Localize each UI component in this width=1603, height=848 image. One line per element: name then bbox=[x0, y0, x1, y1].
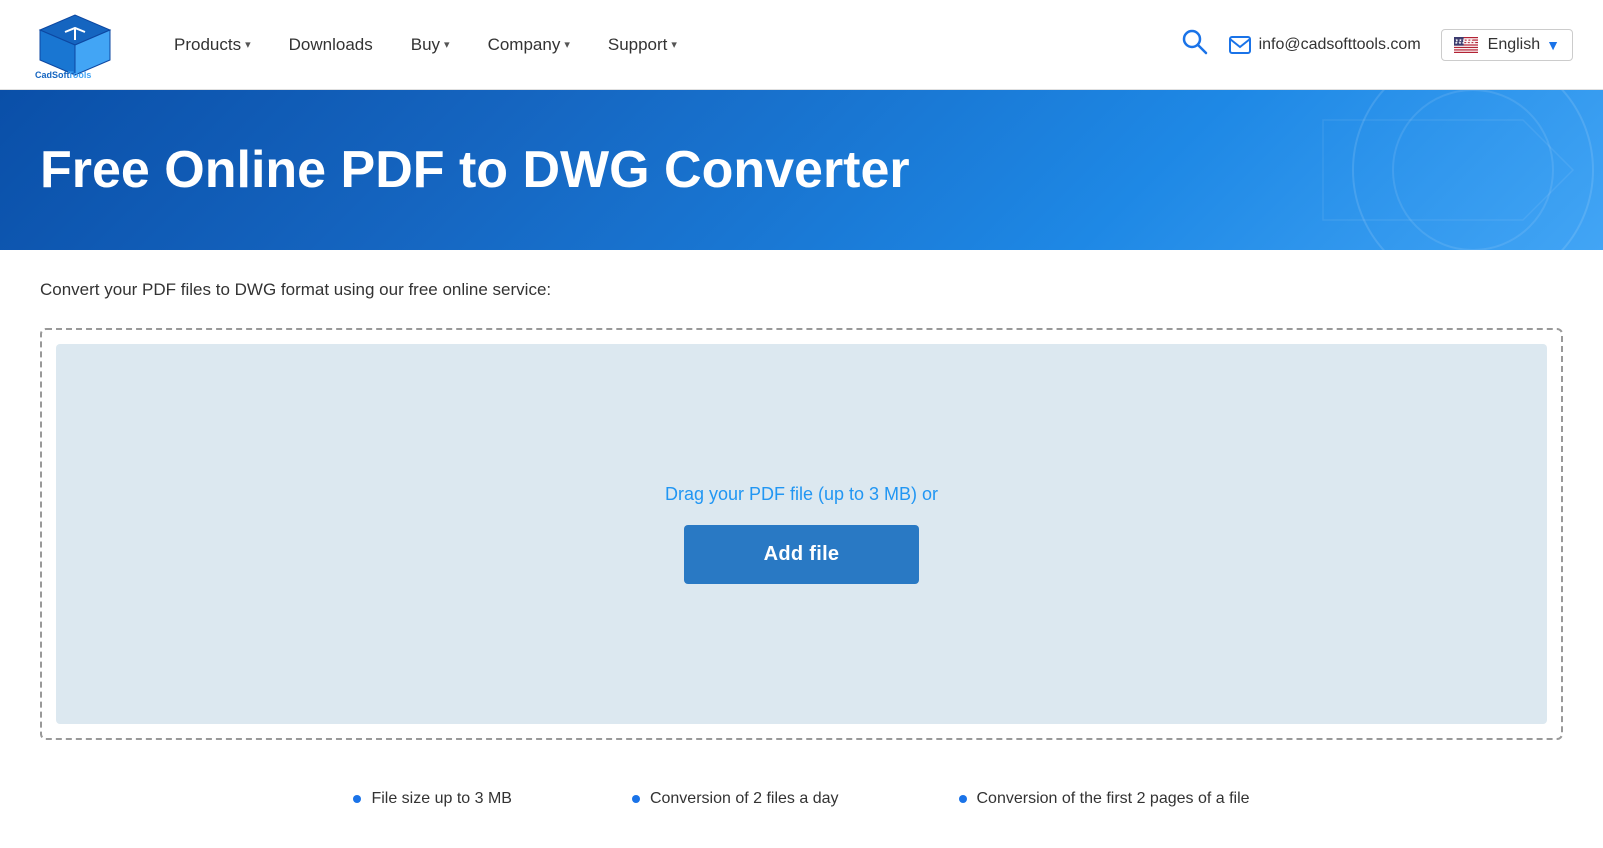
products-chevron-icon: ▾ bbox=[245, 38, 251, 51]
nav-buy[interactable]: Buy ▾ bbox=[397, 27, 464, 63]
logo-icon: CadSoft Tools bbox=[30, 10, 120, 80]
header-right: info@cadsofttools.com ★★★★★★ ★★★★★ Engli… bbox=[1179, 26, 1573, 63]
feature-text-1: File size up to 3 MB bbox=[371, 790, 512, 808]
nav-products[interactable]: Products ▾ bbox=[160, 27, 265, 63]
feature-item-1: File size up to 3 MB bbox=[353, 790, 512, 808]
flag-us-icon: ★★★★★★ ★★★★★ bbox=[1454, 37, 1478, 53]
company-chevron-icon: ▾ bbox=[564, 38, 570, 51]
bullet-icon-1 bbox=[353, 795, 361, 803]
main-content: Convert your PDF files to DWG format usi… bbox=[0, 250, 1603, 848]
logo-link[interactable]: CadSoft Tools bbox=[30, 10, 120, 80]
language-label: English bbox=[1488, 36, 1540, 54]
drop-zone-outer[interactable]: Drag your PDF file (up to 3 MB) or Add f… bbox=[40, 328, 1563, 740]
language-selector[interactable]: ★★★★★★ ★★★★★ English ▼ bbox=[1441, 29, 1573, 61]
email-link[interactable]: info@cadsofttools.com bbox=[1229, 36, 1421, 54]
hero-title: Free Online PDF to DWG Converter bbox=[40, 140, 910, 200]
feature-text-3: Conversion of the first 2 pages of a fil… bbox=[977, 790, 1250, 808]
site-header: CadSoft Tools Products ▾ Downloads Buy ▾… bbox=[0, 0, 1603, 90]
nav-downloads[interactable]: Downloads bbox=[275, 27, 387, 63]
buy-chevron-icon: ▾ bbox=[444, 38, 450, 51]
bullet-icon-2 bbox=[632, 795, 640, 803]
drop-zone-inner[interactable]: Drag your PDF file (up to 3 MB) or Add f… bbox=[56, 344, 1547, 724]
hero-banner: Free Online PDF to DWG Converter bbox=[0, 90, 1603, 250]
drag-text: Drag your PDF file (up to 3 MB) or bbox=[665, 484, 938, 505]
nav-support[interactable]: Support ▾ bbox=[594, 27, 691, 63]
add-file-button[interactable]: Add file bbox=[684, 525, 920, 584]
bullet-icon-3 bbox=[959, 795, 967, 803]
svg-text:★★★★★: ★★★★★ bbox=[1455, 37, 1473, 42]
language-chevron-icon: ▼ bbox=[1546, 37, 1560, 53]
svg-text:Tools: Tools bbox=[68, 70, 91, 80]
page-subtitle: Convert your PDF files to DWG format usi… bbox=[40, 280, 1563, 300]
search-button[interactable] bbox=[1179, 26, 1209, 63]
search-icon bbox=[1179, 26, 1209, 56]
main-nav: Products ▾ Downloads Buy ▾ Company ▾ Sup… bbox=[160, 27, 1179, 63]
feature-item-3: Conversion of the first 2 pages of a fil… bbox=[959, 790, 1250, 808]
feature-item-2: Conversion of 2 files a day bbox=[632, 790, 839, 808]
features-row: File size up to 3 MB Conversion of 2 fil… bbox=[40, 770, 1563, 818]
svg-text:CadSoft: CadSoft bbox=[35, 70, 70, 80]
feature-text-2: Conversion of 2 files a day bbox=[650, 790, 839, 808]
support-chevron-icon: ▾ bbox=[671, 38, 677, 51]
email-icon bbox=[1229, 36, 1251, 54]
nav-company[interactable]: Company ▾ bbox=[474, 27, 584, 63]
